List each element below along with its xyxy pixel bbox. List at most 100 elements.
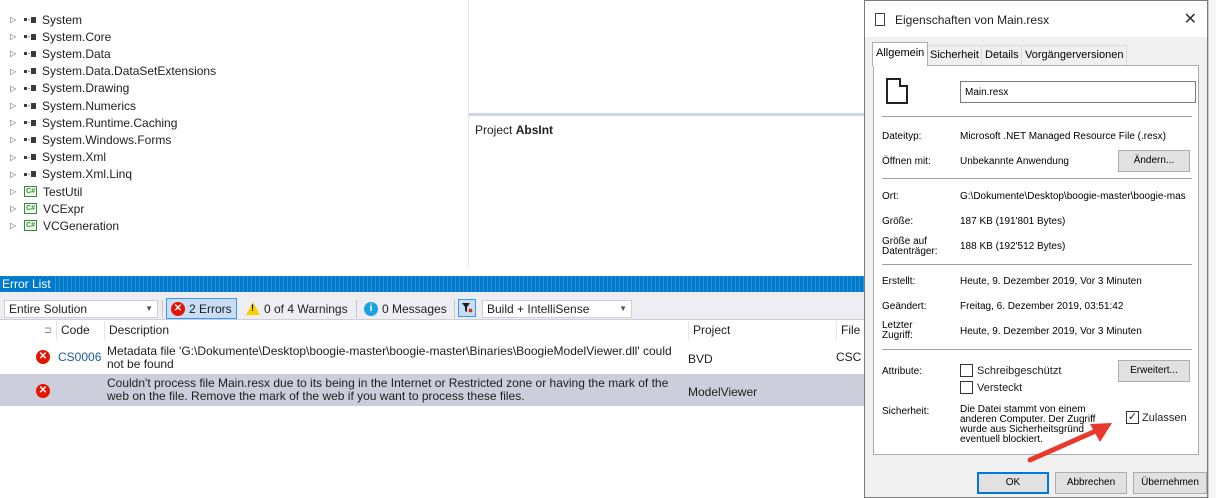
tab-details[interactable]: Details <box>981 45 1023 65</box>
versteckt-checkbox[interactable] <box>960 381 973 394</box>
tree-item[interactable]: ▷ System.Core <box>0 28 111 45</box>
csharp-project-icon: C# <box>24 186 37 197</box>
filter-icon[interactable] <box>458 299 476 317</box>
solution-tree: ▷ System ▷ System.Core ▷ System.Data ▷ System.D… <box>0 0 468 268</box>
expand-chevron-icon[interactable]: ▷ <box>10 67 18 76</box>
messages-filter-label: 0 Messages <box>382 301 447 316</box>
tab-vorgaengerversionen[interactable]: Vorgängerversionen <box>1021 45 1128 65</box>
designer-top-pane <box>468 0 864 113</box>
warnings-filter-label: 0 of 4 Warnings <box>264 301 348 316</box>
column-header-file[interactable]: File <box>836 321 864 340</box>
ok-button[interactable]: OK <box>977 472 1049 494</box>
error-project: BVD <box>688 352 713 366</box>
tab-allgemein[interactable]: Allgemein <box>872 42 929 66</box>
expand-chevron-icon[interactable]: ▷ <box>10 101 18 110</box>
tree-item[interactable]: ▷ System.Windows.Forms <box>0 131 171 148</box>
groesse-value: 187 KB (191'801 Bytes) <box>960 216 1066 227</box>
tab-sicherheit[interactable]: Sicherheit <box>926 45 983 65</box>
properties-dialog: Eigenschaften von Main.resx ✕ Allgemein … <box>864 0 1208 498</box>
toolbar-separator <box>356 300 357 318</box>
tree-item-label: System <box>42 12 83 27</box>
expand-chevron-icon[interactable]: ▷ <box>10 153 18 162</box>
scope-value: Entire Solution <box>9 302 88 316</box>
chevron-down-icon: ▼ <box>145 304 153 313</box>
error-project: ModelViewer <box>688 385 758 399</box>
schreibgeschuetzt-checkbox[interactable] <box>960 364 973 377</box>
table-row[interactable]: ✕ Couldn't process file Main.resx due to… <box>0 374 864 406</box>
tree-item-label: System.Xml.Linq <box>42 167 133 182</box>
expand-chevron-icon[interactable]: ▷ <box>10 221 18 230</box>
errors-filter-button[interactable]: ✕ 2 Errors <box>166 298 237 319</box>
warnings-filter-button[interactable]: 0 of 4 Warnings <box>242 298 352 319</box>
groesse-dt-value: 188 KB (192'512 Bytes) <box>960 241 1066 252</box>
ort-value: G:\Dokumente\Desktop\boogie-master\boogi… <box>960 191 1186 202</box>
expand-chevron-icon[interactable]: ▷ <box>10 15 18 24</box>
error-code-link[interactable]: CS0006 <box>58 350 101 364</box>
messages-filter-button[interactable]: i 0 Messages <box>360 298 451 319</box>
zugriff-label-2: Zugriff: <box>882 330 913 341</box>
tree-item[interactable]: ▷ System.Data <box>0 45 111 62</box>
divider <box>882 264 1192 265</box>
attribute-label: Attribute: <box>882 366 923 377</box>
reference-icon <box>24 154 36 161</box>
error-file: CSC <box>836 350 862 364</box>
expand-chevron-icon[interactable]: ▷ <box>10 49 18 58</box>
expand-chevron-icon[interactable]: ▷ <box>10 84 18 93</box>
dialog-title-bar[interactable]: Eigenschaften von Main.resx ✕ <box>865 1 1207 37</box>
error-list-toolbar: Entire Solution ▼ ✕ 2 Errors 0 of 4 Warn… <box>0 292 864 320</box>
csharp-project-icon: C# <box>24 203 37 215</box>
scope-dropdown[interactable]: Entire Solution ▼ <box>4 300 158 318</box>
column-header-description[interactable]: Description <box>104 321 688 340</box>
tree-item[interactable]: ▷ C# VCGeneration <box>0 217 119 234</box>
build-filter-dropdown[interactable]: Build + IntelliSense ▼ <box>482 300 632 318</box>
column-header-project[interactable]: Project <box>688 321 836 340</box>
reference-icon <box>24 16 36 23</box>
reference-icon <box>24 68 36 75</box>
expand-chevron-icon[interactable]: ▷ <box>10 32 18 41</box>
tree-item-label: System.Drawing <box>42 81 130 96</box>
erweitert-button[interactable]: Erweitert... <box>1118 360 1190 382</box>
close-icon[interactable]: ✕ <box>1184 9 1197 29</box>
table-row[interactable]: ✕ CS0006 Metadata file 'G:\Dokumente\Des… <box>0 341 864 373</box>
error-icon: ✕ <box>36 384 50 398</box>
expand-chevron-icon[interactable]: ▷ <box>10 118 18 127</box>
sicherheit-text-line: eventuell blockiert. <box>960 434 1043 445</box>
expand-chevron-icon[interactable]: ▷ <box>10 204 18 213</box>
geaendert-value: Freitag, 6. Dezember 2019, 03:51:42 <box>960 301 1124 312</box>
zulassen-checkbox[interactable]: ✓ <box>1126 411 1139 424</box>
tree-item[interactable]: ▷ System.Xml <box>0 149 106 166</box>
expand-chevron-icon[interactable]: ▷ <box>10 135 18 144</box>
zulassen-label[interactable]: Zulassen <box>1142 412 1187 424</box>
error-list-header: ⊐ Code Description Project File <box>0 321 864 340</box>
expand-chevron-icon[interactable]: ▷ <box>10 170 18 179</box>
tree-item[interactable]: ▷ System.Drawing <box>0 80 129 97</box>
reference-icon <box>24 102 36 109</box>
schreibgeschuetzt-label[interactable]: Schreibgeschützt <box>977 365 1061 377</box>
filename-input[interactable] <box>960 81 1196 103</box>
tree-item[interactable]: ▷ System.Runtime.Caching <box>0 114 177 131</box>
abbrechen-button[interactable]: Abbrechen <box>1055 472 1127 494</box>
tree-item-label: TestUtil <box>43 184 83 199</box>
aendern-button[interactable]: Ändern... <box>1118 150 1190 172</box>
reference-icon <box>24 119 36 126</box>
column-header-code[interactable]: Code <box>56 321 104 340</box>
tree-item[interactable]: ▷ C# VCExpr <box>0 200 84 217</box>
erstellt-label: Erstellt: <box>882 276 916 287</box>
ort-label: Ort: <box>882 191 899 202</box>
versteckt-label[interactable]: Versteckt <box>977 382 1022 394</box>
error-list-title-bar[interactable]: Error List <box>0 276 864 292</box>
tree-item[interactable]: ▷ System.Xml.Linq <box>0 166 132 183</box>
tree-item[interactable]: ▷ System.Data.DataSetExtensions <box>0 63 216 80</box>
reference-icon <box>24 171 36 178</box>
tree-item[interactable]: ▷ System <box>0 11 82 28</box>
uebernehmen-button[interactable]: Übernehmen <box>1133 472 1207 494</box>
tree-item-label: System.Runtime.Caching <box>42 115 178 130</box>
dateityp-label: Dateityp: <box>882 131 922 142</box>
error-list-title: Error List <box>2 277 55 291</box>
dateityp-value: Microsoft .NET Managed Resource File (.r… <box>960 131 1166 142</box>
expand-chevron-icon[interactable]: ▷ <box>10 187 18 196</box>
tree-item[interactable]: ▷ C# TestUtil <box>0 183 82 200</box>
project-prefix: Project <box>475 123 513 137</box>
tree-item[interactable]: ▷ System.Numerics <box>0 97 136 114</box>
error-icon: ✕ <box>36 350 50 364</box>
